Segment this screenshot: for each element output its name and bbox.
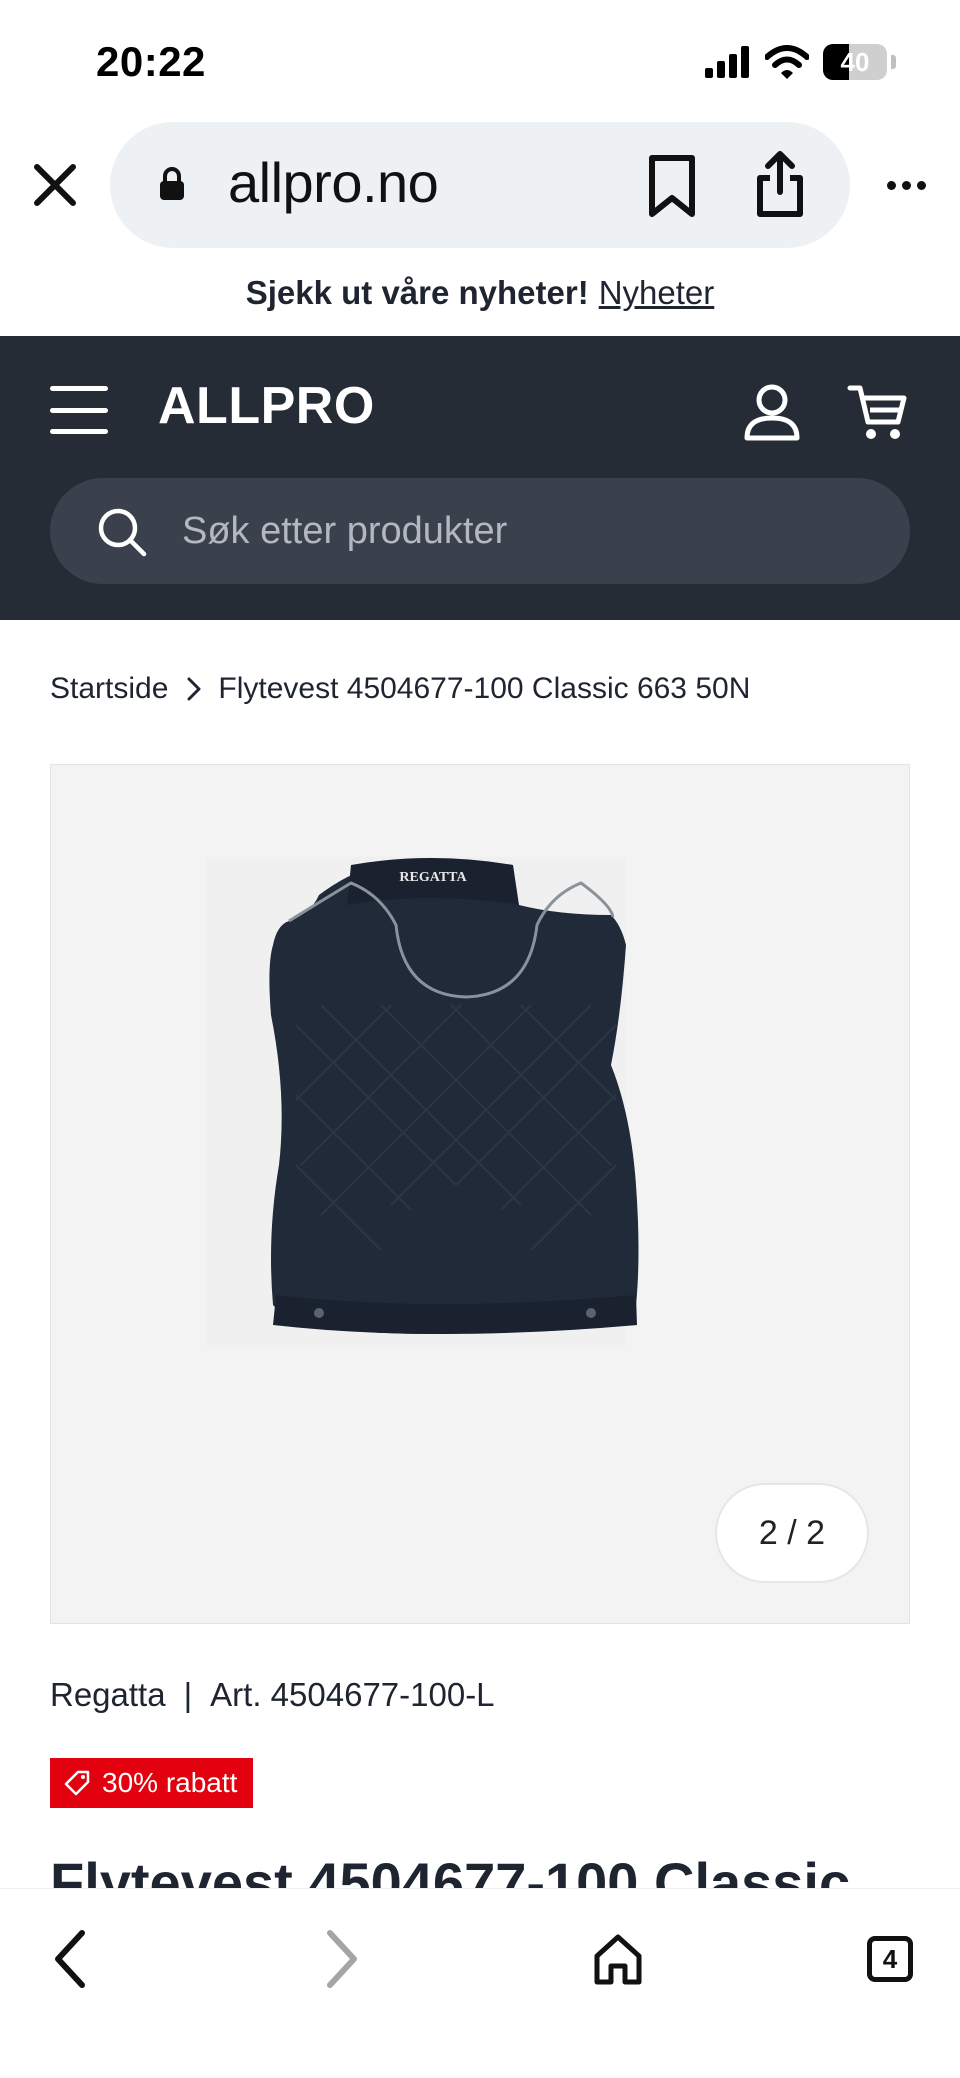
home-button[interactable]: [578, 1919, 658, 1999]
chevron-right-icon: [186, 676, 202, 702]
account-button[interactable]: [742, 382, 802, 442]
search-icon: [98, 508, 147, 557]
discount-text: 30% rabatt: [102, 1767, 238, 1798]
status-icons: 40: [705, 44, 896, 80]
lock-icon: [160, 167, 184, 200]
product-gallery[interactable]: REGATTA 2 / 2: [50, 764, 910, 1624]
status-time: 20:22: [96, 38, 206, 85]
forward-icon: [327, 1930, 357, 1988]
tabs-icon: 4: [867, 1936, 913, 1982]
menu-button[interactable]: [50, 386, 108, 434]
battery-level: 40: [840, 47, 870, 77]
share-button[interactable]: [748, 146, 812, 222]
search-input[interactable]: Søk etter produkter: [50, 478, 910, 584]
forward-button[interactable]: [302, 1919, 382, 1999]
product-title-row: Flytevest 4504677-100 Classic: [50, 1848, 910, 1888]
discount-badge: 30% rabatt: [50, 1758, 254, 1808]
close-icon: [34, 164, 76, 206]
back-button[interactable]: [30, 1919, 110, 1999]
bookmark-icon: [649, 155, 695, 217]
site-logo[interactable]: ALLPRO: [158, 376, 375, 436]
close-button[interactable]: [24, 154, 86, 216]
url-text: allpro.no: [228, 151, 439, 214]
battery-indicator: 40: [823, 44, 887, 80]
promo-text: Sjekk ut våre nyheter!: [245, 274, 589, 311]
product-title: Flytevest 4504677-100 Classic: [50, 1851, 851, 1888]
breadcrumb-home[interactable]: Startside: [50, 672, 168, 706]
home-icon: [594, 1934, 642, 1985]
search-placeholder: Søk etter produkter: [182, 510, 508, 552]
site-header: ALLPRO Søk etter produkter: [0, 336, 960, 620]
battery-cap: [891, 55, 896, 69]
svg-text:REGATTA: REGATTA: [399, 870, 467, 885]
product-meta: Regatta | Art. 4504677-100-L: [50, 1676, 495, 1714]
breadcrumb: Startside Flytevest 4504677-100 Classic …: [50, 672, 750, 706]
wifi-icon: [765, 45, 809, 79]
account-icon: [744, 384, 800, 441]
back-icon: [55, 1930, 85, 1988]
gallery-counter[interactable]: 2 / 2: [715, 1483, 869, 1583]
bookmark-button[interactable]: [640, 150, 704, 222]
meta-separator: |: [183, 1676, 193, 1713]
product-brand[interactable]: Regatta: [50, 1676, 166, 1714]
cart-button[interactable]: [846, 382, 910, 442]
cart-icon: [847, 385, 907, 439]
menu-icon: [50, 386, 108, 391]
tabs-button[interactable]: 4: [850, 1919, 930, 1999]
share-icon: [757, 151, 803, 217]
tag-icon: [64, 1770, 90, 1796]
signal-icon: [705, 46, 749, 78]
more-button[interactable]: [876, 160, 936, 210]
product-article: Art. 4504677-100-L: [210, 1676, 495, 1713]
more-icon: [886, 180, 896, 190]
promo-banner: Sjekk ut våre nyheter! Nyheter: [0, 250, 960, 336]
address-bar[interactable]: allpro.no: [110, 122, 850, 248]
status-bar: 20:22 40: [0, 0, 960, 120]
browser-toolbar: allpro.no: [0, 120, 960, 250]
browser-bottom-toolbar: 4: [0, 1888, 960, 2078]
breadcrumb-current: Flytevest 4504677-100 Classic 663 50N: [218, 672, 751, 705]
promo-link[interactable]: Nyheter: [599, 274, 715, 311]
